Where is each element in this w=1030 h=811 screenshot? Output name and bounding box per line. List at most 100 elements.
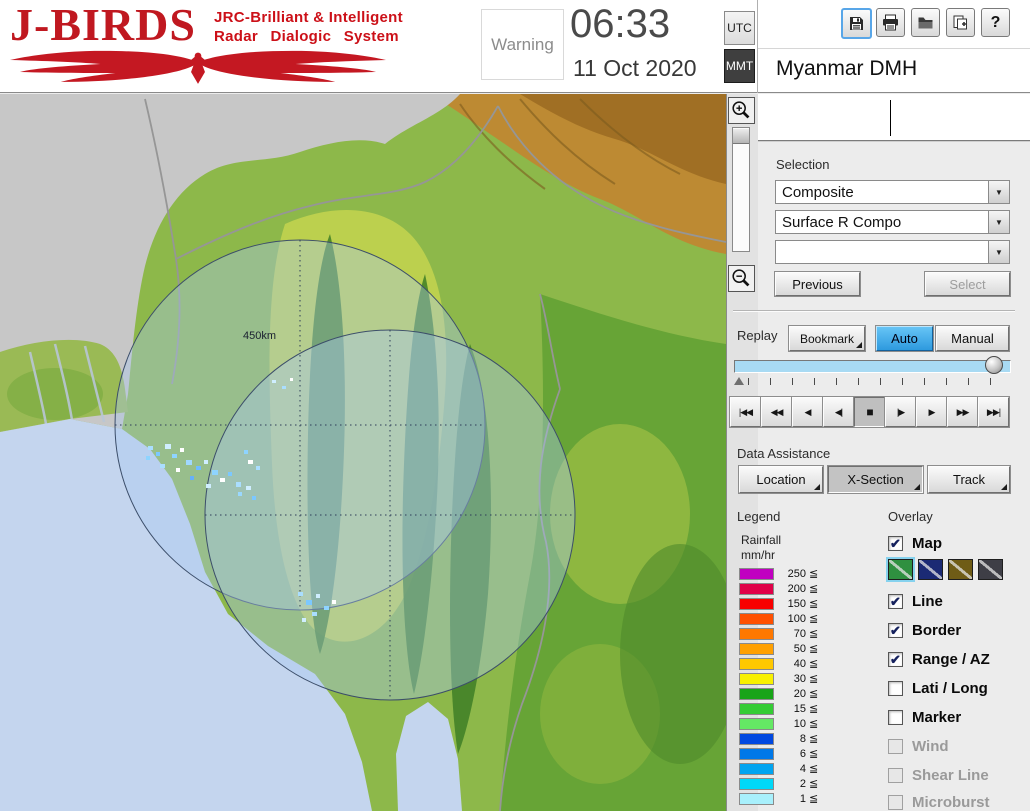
legend-row: 2 ≦: [739, 776, 818, 791]
skip-start-button[interactable]: |◀◀: [729, 396, 762, 428]
select-button[interactable]: Select: [924, 271, 1011, 297]
export-button[interactable]: [946, 8, 975, 37]
legend-swatch: [739, 627, 774, 640]
option-dropdown[interactable]: ▼: [775, 240, 1010, 264]
line-checkbox[interactable]: ✔: [888, 593, 903, 609]
legend-swatch: [739, 777, 774, 790]
zoom-out-icon: [732, 269, 750, 287]
legend-swatch: [739, 642, 774, 655]
fast-forward-button[interactable]: ▶▶: [946, 396, 979, 428]
chevron-down-icon[interactable]: ▼: [988, 241, 1009, 263]
separator: [733, 310, 1015, 312]
header-bar: J-BIRDS JRC-Brilliant & Intelligent Rada…: [0, 0, 1030, 93]
eagle-logo-icon: [9, 50, 387, 84]
zoom-slider-thumb[interactable]: [733, 129, 749, 144]
zoom-in-icon: [732, 101, 750, 119]
previous-button[interactable]: Previous: [774, 271, 861, 297]
manual-button[interactable]: Manual: [935, 325, 1010, 352]
zoom-out-button[interactable]: [728, 265, 755, 292]
overlay-item-border[interactable]: ✔ Border: [888, 619, 961, 641]
legend-row: 50 ≦: [739, 641, 818, 656]
zoom-slider-track[interactable]: [732, 127, 750, 252]
zoom-in-button[interactable]: [728, 97, 755, 124]
auto-button[interactable]: Auto: [875, 325, 934, 352]
step-forward-button[interactable]: |▶: [884, 396, 917, 428]
legend-row: 150 ≦: [739, 596, 818, 611]
lati-long-checkbox[interactable]: [888, 680, 903, 696]
overlay-item-map[interactable]: ✔ Map: [888, 532, 942, 554]
open-folder-button[interactable]: [911, 8, 940, 37]
legend-swatch: [739, 612, 774, 625]
map-style-green[interactable]: [888, 559, 913, 580]
map-style-swatches: [888, 558, 1008, 581]
map-style-olive[interactable]: [948, 559, 973, 580]
microburst-checkbox: [888, 794, 903, 810]
legend-unit-2: mm/hr: [741, 548, 775, 562]
legend-swatch: [739, 717, 774, 730]
legend-row: 40 ≦: [739, 656, 818, 671]
skip-end-button[interactable]: ▶▶|: [977, 396, 1010, 428]
overlay-item-range-az[interactable]: ✔ Range / AZ: [888, 648, 990, 670]
timeline-start-marker: [734, 377, 744, 385]
marker-checkbox[interactable]: [888, 709, 903, 725]
legend-swatch: [739, 672, 774, 685]
overlay-item-marker[interactable]: Marker: [888, 706, 961, 728]
map-checkbox[interactable]: ✔: [888, 535, 903, 551]
folder-icon: [918, 17, 933, 29]
bookmark-button[interactable]: Bookmark: [788, 325, 866, 352]
overlay-item-microburst: Microburst: [888, 791, 990, 811]
play-button[interactable]: ▶: [915, 396, 948, 428]
map-style-navy[interactable]: [918, 559, 943, 580]
category-dropdown[interactable]: Composite ▼: [775, 180, 1010, 204]
category-dropdown-value: Composite: [782, 183, 854, 201]
data-assistance-label: Data Assistance: [737, 446, 831, 461]
legend-row: 250 ≦: [739, 566, 818, 581]
stop-button[interactable]: ■: [853, 396, 886, 428]
legend-label: Legend: [737, 509, 781, 524]
legend-scale: 250 ≦ 200 ≦ 150 ≦ 100 ≦ 70 ≦ 50 ≦ 40 ≦ 30 ≦ 20 ≦ …: [739, 566, 818, 806]
save-icon: [850, 17, 863, 30]
map-style-gray[interactable]: [978, 559, 1003, 580]
mmt-toggle-button[interactable]: MMT: [724, 49, 755, 83]
legend-row: 100 ≦: [739, 611, 818, 626]
utc-toggle-button[interactable]: UTC: [724, 11, 755, 45]
fast-rewind-button[interactable]: ◀◀: [760, 396, 793, 428]
warning-button[interactable]: Warning: [481, 9, 564, 80]
print-button[interactable]: [876, 8, 905, 37]
legend-swatch: [739, 762, 774, 775]
app-logo-title: J-BIRDS: [10, 0, 196, 50]
border-checkbox[interactable]: ✔: [888, 622, 903, 638]
legend-row: 20 ≦: [739, 686, 818, 701]
step-back-button[interactable]: ◀|: [822, 396, 855, 428]
help-button[interactable]: ?: [981, 8, 1010, 37]
chevron-down-icon[interactable]: ▼: [988, 181, 1009, 203]
legend-row: 8 ≦: [739, 731, 818, 746]
replay-timeline-thumb[interactable]: [985, 356, 1003, 374]
range-ring-label: 450km: [243, 330, 276, 342]
range-az-checkbox[interactable]: ✔: [888, 651, 903, 667]
legend-swatch: [739, 747, 774, 760]
xsection-button[interactable]: X-Section: [827, 465, 924, 494]
replay-timeline-track[interactable]: [734, 360, 1011, 373]
chevron-down-icon[interactable]: ▼: [988, 211, 1009, 233]
track-button[interactable]: Track: [927, 465, 1011, 494]
location-button[interactable]: Location: [738, 465, 824, 494]
jbirds-window: J-BIRDS JRC-Brilliant & Intelligent Rada…: [0, 0, 1030, 811]
playback-controls: |◀◀ ◀◀ ◀ ◀| ■ |▶ ▶ ▶▶ ▶▶|: [729, 396, 1010, 428]
clock-time: 06:33: [570, 2, 671, 46]
legend-swatch: [739, 582, 774, 595]
product-dropdown[interactable]: Surface R Compo ▼: [775, 210, 1010, 234]
overlay-item-shear-line: Shear Line: [888, 764, 989, 786]
legend-swatch: [739, 567, 774, 580]
legend-row: 70 ≦: [739, 626, 818, 641]
radar-map[interactable]: 450km: [0, 94, 726, 811]
logo-tagline-2: Radar Dialogic System: [214, 28, 399, 45]
overlay-item-line[interactable]: ✔ Line: [888, 590, 943, 612]
print-icon: [883, 14, 898, 31]
reverse-play-button[interactable]: ◀: [791, 396, 824, 428]
overlay-item-lati-long[interactable]: Lati / Long: [888, 677, 988, 699]
product-listbox[interactable]: [758, 94, 1030, 142]
save-button[interactable]: [841, 8, 872, 39]
text-caret: [890, 100, 891, 136]
header-divider: [757, 0, 758, 93]
